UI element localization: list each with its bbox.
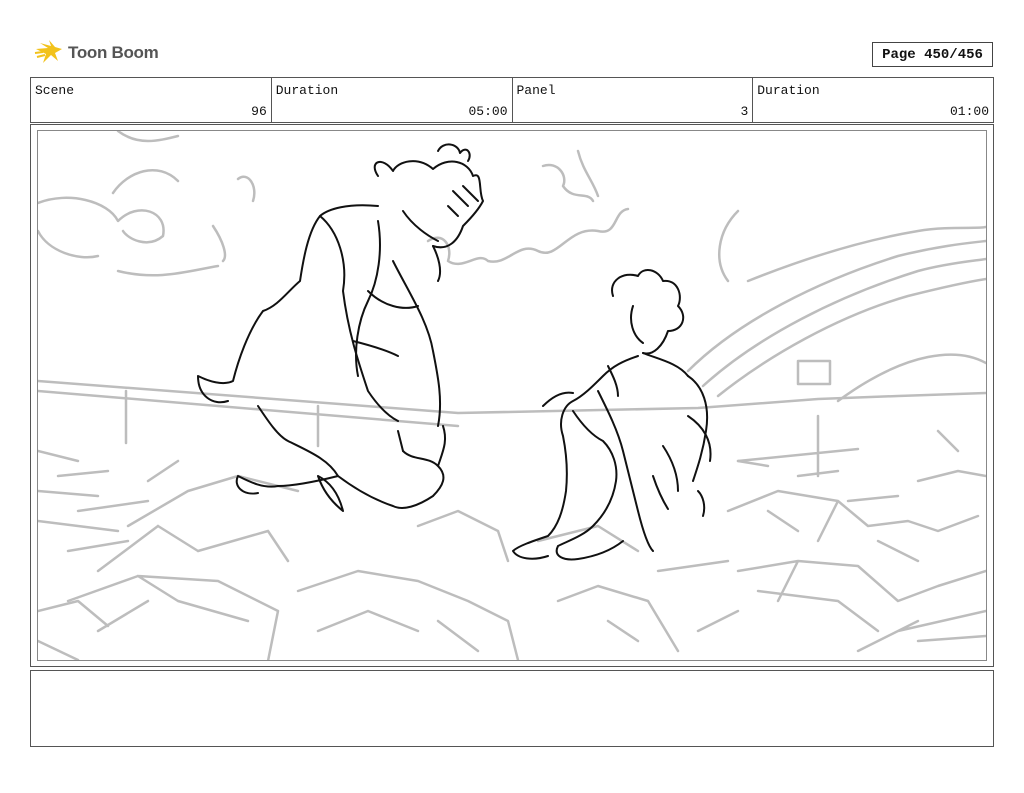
panel-value: 3 xyxy=(740,104,749,119)
panel-notes-box xyxy=(30,670,994,747)
toon-boom-logo: Toon Boom xyxy=(34,38,159,68)
storyboard-panel xyxy=(30,124,994,667)
logo-text: Toon Boom xyxy=(68,43,159,62)
scene-value: 96 xyxy=(251,104,267,119)
panel-duration-cell: Duration 01:00 xyxy=(753,78,993,122)
page-indicator: Page 450/456 xyxy=(872,42,993,67)
background-lines xyxy=(38,131,986,660)
scene-label: Scene xyxy=(35,83,75,98)
scene-cell: Scene 96 xyxy=(31,78,272,122)
scene-duration-value: 05:00 xyxy=(468,104,508,119)
panel-info-bar: Scene 96 Duration 05:00 Panel 3 Duration… xyxy=(30,77,994,123)
panel-image-frame xyxy=(37,130,987,661)
storyboard-sketch xyxy=(38,131,986,660)
toon-boom-star-icon xyxy=(34,40,62,63)
scene-duration-label: Duration xyxy=(275,83,339,98)
panel-duration-value: 01:00 xyxy=(949,104,989,119)
panel-cell: Panel 3 xyxy=(513,78,754,122)
panel-label: Panel xyxy=(516,83,556,98)
panel-duration-label: Duration xyxy=(757,83,820,98)
scene-duration-cell: Duration 05:00 xyxy=(272,78,513,122)
character-sketch xyxy=(197,143,712,561)
